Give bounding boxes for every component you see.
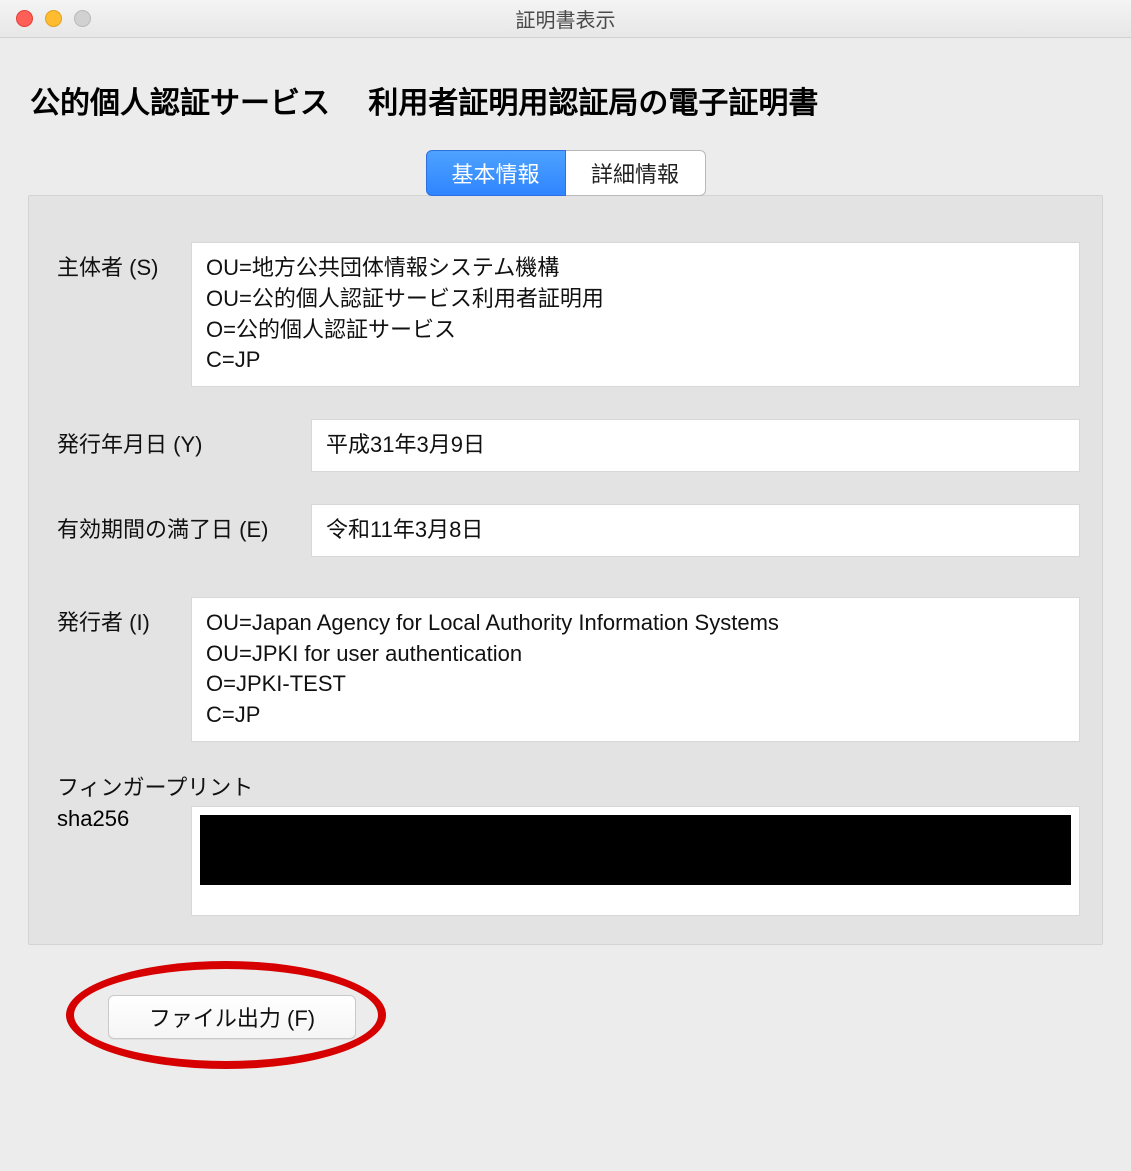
window-titlebar: 証明書表示 (0, 0, 1131, 38)
issuer-value[interactable]: OU=Japan Agency for Local Authority Info… (191, 597, 1080, 742)
issue-date-value[interactable]: 平成31年3月9日 (311, 419, 1080, 472)
expiry-date-value[interactable]: 令和11年3月8日 (311, 504, 1080, 557)
tab-detail-info[interactable]: 詳細情報 (566, 150, 706, 196)
close-window-button[interactable] (16, 10, 33, 27)
subject-label: 主体者 (S) (51, 242, 191, 282)
fingerprint-block: フィンガープリント sha256 (51, 770, 1080, 916)
fingerprint-value-box[interactable] (191, 806, 1080, 916)
expiry-date-label: 有効期間の満了日 (E) (51, 504, 311, 544)
file-export-button[interactable]: ファイル出力 (F) (108, 995, 356, 1039)
subject-row: 主体者 (S) OU=地方公共団体情報システム機構 OU=公的個人認証サービス利… (51, 242, 1080, 387)
subject-value[interactable]: OU=地方公共団体情報システム機構 OU=公的個人認証サービス利用者証明用 O=… (191, 242, 1080, 387)
minimize-window-button[interactable] (45, 10, 62, 27)
fingerprint-row: sha256 (51, 806, 1080, 916)
issue-date-label: 発行年月日 (Y) (51, 419, 311, 459)
certificate-panel: 主体者 (S) OU=地方公共団体情報システム機構 OU=公的個人認証サービス利… (28, 195, 1103, 945)
zoom-window-button[interactable] (74, 10, 91, 27)
expiry-date-row: 有効期間の満了日 (E) 令和11年3月8日 (51, 504, 1080, 557)
issuer-label: 発行者 (I) (51, 597, 191, 637)
tab-bar: 基本情報 詳細情報 (28, 150, 1103, 196)
issuer-row: 発行者 (I) OU=Japan Agency for Local Author… (51, 597, 1080, 742)
window-controls (0, 10, 91, 27)
fingerprint-redacted (200, 815, 1071, 885)
issue-date-row: 発行年月日 (Y) 平成31年3月9日 (51, 419, 1080, 472)
tab-basic-info[interactable]: 基本情報 (426, 150, 566, 196)
fingerprint-algorithm: sha256 (51, 806, 191, 832)
window-content: 公的個人認証サービス 利用者証明用認証局の電子証明書 基本情報 詳細情報 主体者… (0, 38, 1131, 1113)
footer-area: ファイル出力 (F) (28, 973, 1103, 1083)
window-title: 証明書表示 (0, 4, 1131, 33)
page-title: 公的個人認証サービス 利用者証明用認証局の電子証明書 (30, 78, 1103, 122)
fingerprint-label: フィンガープリント (51, 770, 1080, 802)
